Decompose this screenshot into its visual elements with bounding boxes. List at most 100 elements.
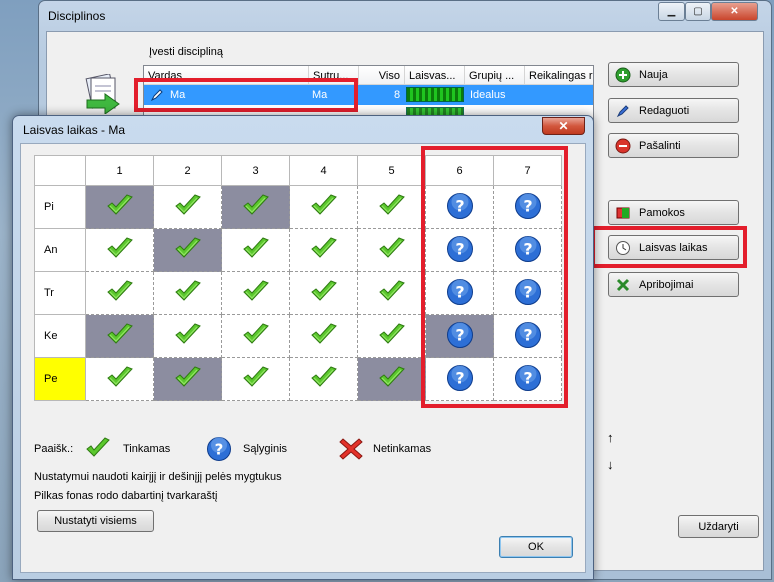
schedule-cell-tr-7[interactable]: ?: [493, 271, 562, 315]
constraints-button[interactable]: Apribojimai: [608, 272, 739, 297]
blue-question-icon: ?: [514, 278, 542, 309]
schedule-cell-pi-5[interactable]: [357, 185, 426, 229]
schedule-cell-tr-1[interactable]: [85, 271, 154, 315]
schedule-cell-an-3[interactable]: [221, 228, 290, 272]
blue-question-icon: ?: [446, 235, 474, 266]
col-free-header[interactable]: Laisvas...: [405, 66, 465, 85]
blue-question-icon: ?: [446, 364, 474, 395]
green-check-icon: [377, 365, 407, 394]
schedule-cell-pi-1[interactable]: [85, 185, 154, 229]
schedule-cell-pe-5[interactable]: [357, 357, 426, 401]
grid-corner: [34, 155, 86, 186]
svg-text:?: ?: [523, 282, 532, 301]
schedule-cell-pe-7[interactable]: ?: [493, 357, 562, 401]
schedule-cell-pi-2[interactable]: [153, 185, 222, 229]
schedule-cell-an-6[interactable]: ?: [425, 228, 494, 272]
grid-row-an: An??: [34, 228, 562, 272]
lessons-icon: [615, 205, 631, 221]
period-header-3[interactable]: 3: [221, 155, 290, 186]
schedule-cell-an-1[interactable]: [85, 228, 154, 272]
move-down-arrow-icon[interactable]: ↓: [607, 457, 614, 472]
delete-button[interactable]: Pašalinti: [608, 133, 739, 158]
edit-button[interactable]: Redaguoti: [608, 98, 739, 123]
schedule-cell-pi-3[interactable]: [221, 185, 290, 229]
blue-question-icon: ?: [514, 321, 542, 352]
legend-red-x-icon: [339, 438, 363, 460]
ok-button[interactable]: OK: [499, 536, 573, 558]
period-header-7[interactable]: 7: [493, 155, 562, 186]
schedule-cell-ke-1[interactable]: [85, 314, 154, 358]
svg-text:?: ?: [455, 239, 464, 258]
schedule-cell-tr-4[interactable]: [289, 271, 358, 315]
schedule-cell-tr-2[interactable]: [153, 271, 222, 315]
day-header-ke[interactable]: Ke: [34, 314, 86, 358]
schedule-cell-pe-6[interactable]: ?: [425, 357, 494, 401]
close-button[interactable]: ✕: [711, 2, 758, 21]
grid-row-pi: Pi??: [34, 185, 562, 229]
schedule-cell-ke-2[interactable]: [153, 314, 222, 358]
clock-icon: [615, 240, 631, 256]
grid-row-tr: Tr??: [34, 271, 562, 315]
schedule-cell-pi-7[interactable]: ?: [493, 185, 562, 229]
lessons-button[interactable]: Pamokos: [608, 200, 739, 225]
schedule-cell-ke-4[interactable]: [289, 314, 358, 358]
blue-question-icon: ?: [446, 278, 474, 309]
schedule-cell-an-4[interactable]: [289, 228, 358, 272]
blue-question-icon: ?: [514, 235, 542, 266]
green-check-icon: [105, 236, 135, 265]
schedule-cell-tr-6[interactable]: ?: [425, 271, 494, 315]
window-title: Disciplinos: [48, 9, 106, 23]
period-header-4[interactable]: 4: [289, 155, 358, 186]
schedule-cell-pe-1[interactable]: [85, 357, 154, 401]
green-check-icon: [173, 322, 203, 351]
blue-question-icon: ?: [514, 192, 542, 223]
schedule-cell-ke-6[interactable]: ?: [425, 314, 494, 358]
green-check-icon: [377, 322, 407, 351]
schedule-cell-an-5[interactable]: [357, 228, 426, 272]
schedule-cell-pe-2[interactable]: [153, 357, 222, 401]
period-header-5[interactable]: 5: [357, 155, 426, 186]
dialog-close-button[interactable]: ✕: [542, 117, 585, 135]
green-check-icon: [309, 193, 339, 222]
maximize-button[interactable]: ▢: [685, 2, 711, 21]
green-check-icon: [309, 365, 339, 394]
col-short-header[interactable]: Sutru...: [309, 66, 359, 85]
green-check-icon: [173, 279, 203, 308]
day-header-pe[interactable]: Pe: [34, 357, 86, 401]
schedule-cell-pi-6[interactable]: ?: [425, 185, 494, 229]
schedule-cell-ke-5[interactable]: [357, 314, 426, 358]
col-required-header[interactable]: Reikalingas r: [525, 66, 593, 85]
schedule-cell-an-2[interactable]: [153, 228, 222, 272]
schedule-cell-an-7[interactable]: ?: [493, 228, 562, 272]
table-row-selected[interactable]: Ma Ma 8 Idealus: [144, 85, 593, 105]
move-up-arrow-icon[interactable]: ↑: [607, 430, 614, 445]
schedule-cell-tr-3[interactable]: [221, 271, 290, 315]
free-time-button[interactable]: Laisvas laikas: [608, 235, 739, 260]
svg-text:?: ?: [455, 325, 464, 344]
green-check-icon: [377, 236, 407, 265]
info-gray-background: Pilkas fonas rodo dabartinį tvarkaraštį: [34, 490, 218, 502]
set-all-button-label: Nustatyti visiems: [54, 515, 137, 527]
schedule-cell-pe-3[interactable]: [221, 357, 290, 401]
col-name-header[interactable]: Vardas: [144, 66, 309, 85]
schedule-cell-pi-4[interactable]: [289, 185, 358, 229]
free-time-grid: 1234567 Pi?? An?? Tr?? Ke?? Pe??: [34, 155, 562, 401]
period-header-2[interactable]: 2: [153, 155, 222, 186]
new-button[interactable]: Nauja: [608, 62, 739, 87]
col-total-header[interactable]: Viso: [359, 66, 405, 85]
row-name: Ma: [170, 89, 186, 101]
period-header-6[interactable]: 6: [425, 155, 494, 186]
col-groups-header[interactable]: Grupių ...: [465, 66, 525, 85]
schedule-cell-tr-5[interactable]: [357, 271, 426, 315]
period-header-1[interactable]: 1: [85, 155, 154, 186]
schedule-cell-ke-3[interactable]: [221, 314, 290, 358]
schedule-cell-ke-7[interactable]: ?: [493, 314, 562, 358]
day-header-pi[interactable]: Pi: [34, 185, 86, 229]
day-header-an[interactable]: An: [34, 228, 86, 272]
set-all-button[interactable]: Nustatyti visiems: [37, 510, 154, 532]
day-header-tr[interactable]: Tr: [34, 271, 86, 315]
legend-no-label: Netinkamas: [373, 443, 432, 455]
schedule-cell-pe-4[interactable]: [289, 357, 358, 401]
minimize-button[interactable]: ▁: [658, 2, 685, 21]
close-window-button[interactable]: Uždaryti: [678, 515, 759, 538]
